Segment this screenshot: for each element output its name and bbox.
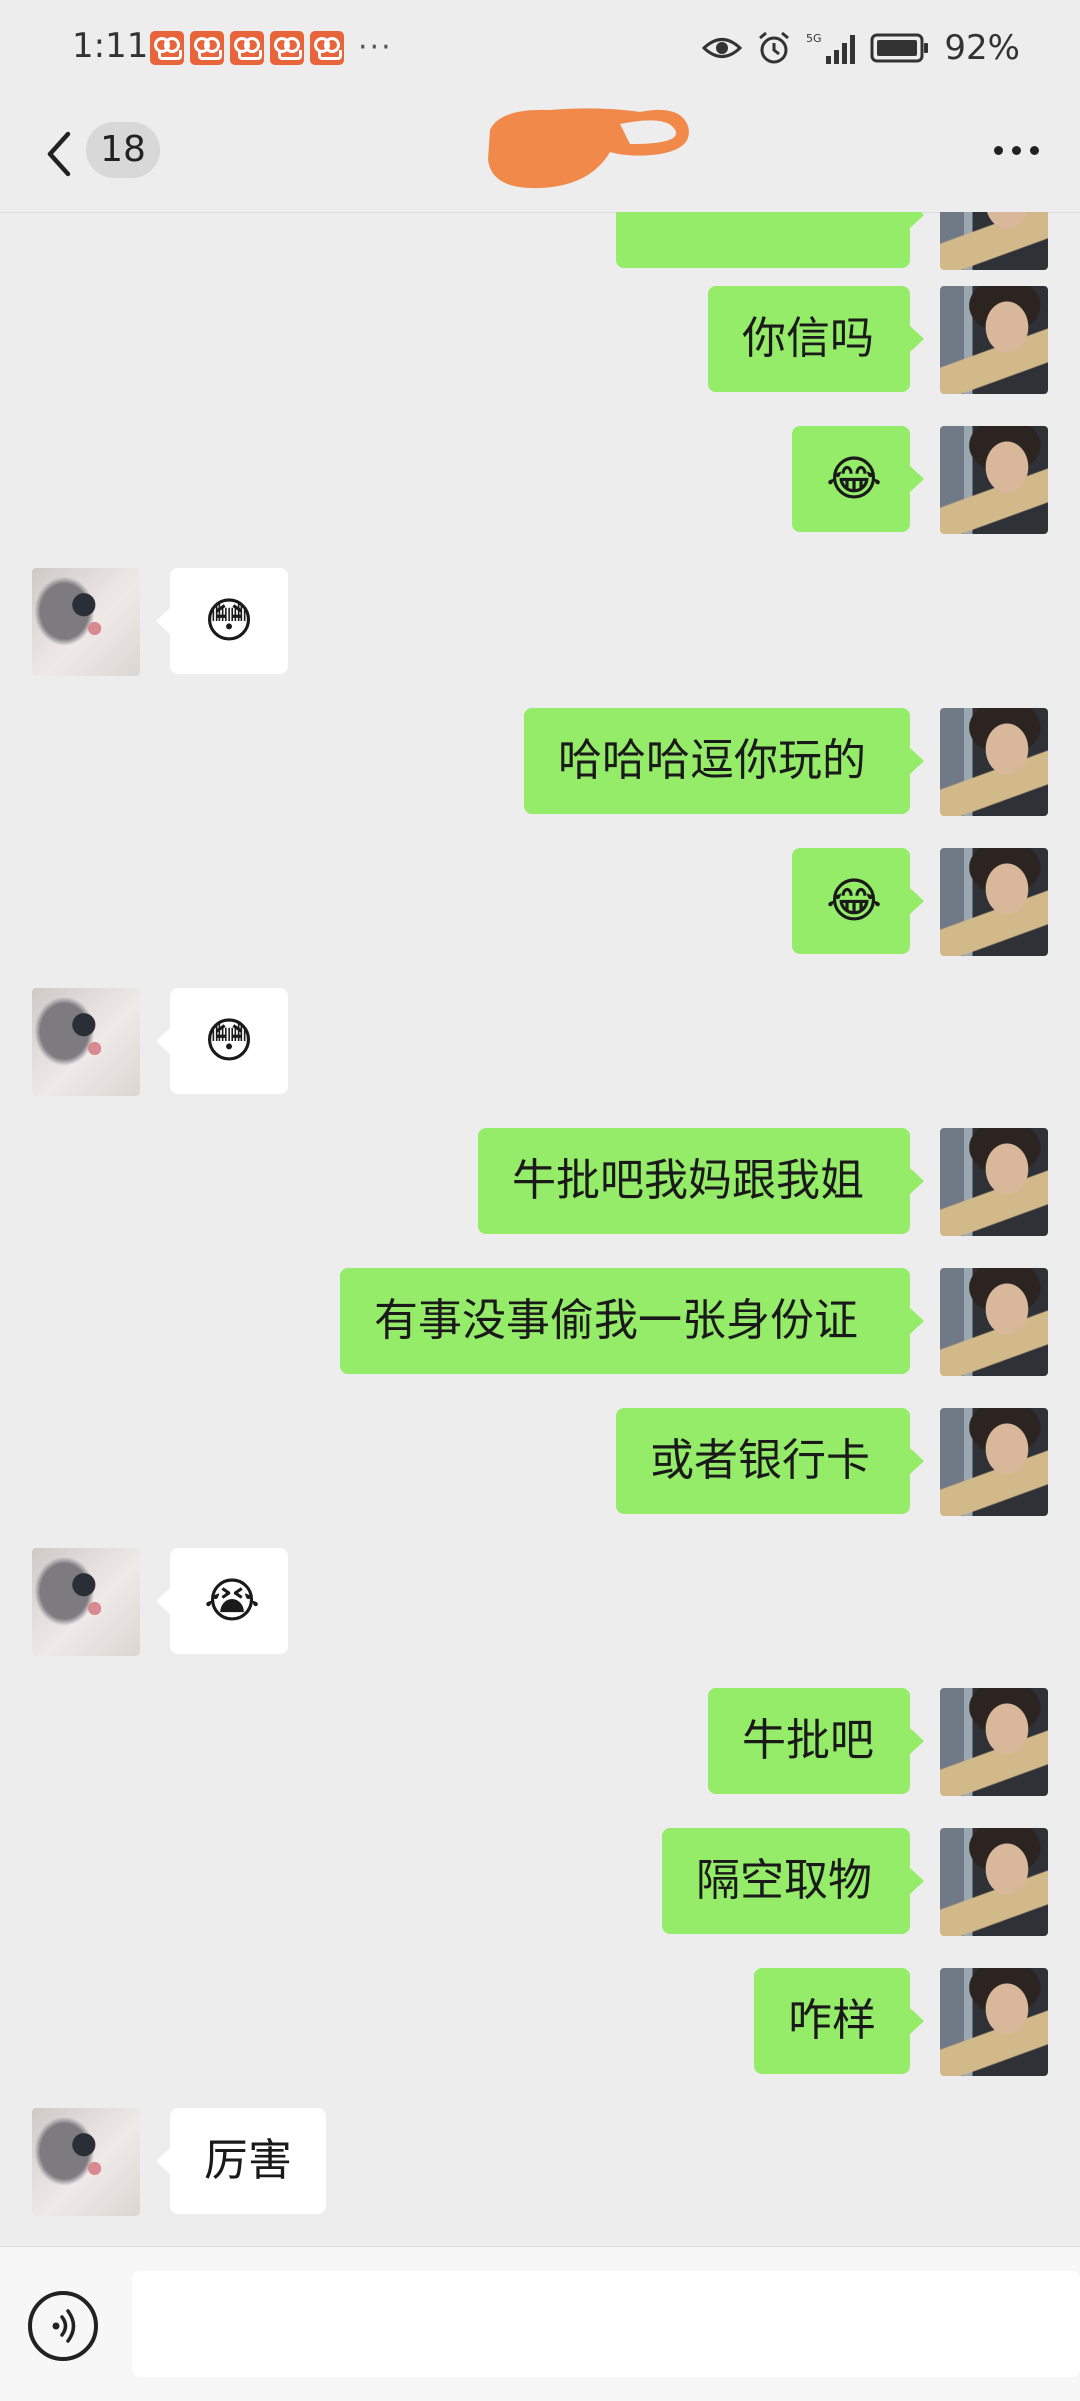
my-avatar[interactable]: [940, 212, 1048, 270]
status-time: 1:11: [72, 26, 149, 66]
my-avatar[interactable]: [940, 1688, 1048, 1796]
redacted-contact-name: [488, 108, 689, 189]
message-bubble[interactable]: 咋样: [754, 1968, 924, 2074]
my-avatar[interactable]: [940, 1128, 1048, 1236]
contact-avatar[interactable]: [32, 988, 140, 1096]
message-bubble[interactable]: 牛批吧我妈跟我姐: [478, 1128, 924, 1234]
signal-icon: 5G: [806, 32, 856, 64]
my-avatar[interactable]: [940, 848, 1048, 956]
alarm-icon: [759, 31, 790, 64]
message-bubble[interactable]: 厉害: [156, 2108, 326, 2214]
more-options-button[interactable]: [986, 128, 1046, 168]
message-bubble[interactable]: 有事没事偷我一张身份证: [340, 1268, 924, 1374]
voice-input-button[interactable]: [28, 2291, 98, 2361]
system-status-icons: 5G 92%: [702, 28, 1020, 68]
my-avatar[interactable]: [940, 1268, 1048, 1376]
message-bubble-emoji[interactable]: 😳: [156, 568, 288, 674]
notification-app-icon: [150, 30, 184, 65]
message-bubble[interactable]: 牛批吧: [708, 1688, 924, 1794]
battery-icon: [870, 33, 929, 63]
notification-icons: ···: [150, 30, 393, 65]
svg-text:5G: 5G: [806, 32, 822, 45]
message-bubble[interactable]: 哈哈哈逗你玩的: [524, 708, 924, 814]
message-bubble-emoji[interactable]: 😂: [792, 848, 924, 954]
contact-avatar[interactable]: [32, 2108, 140, 2216]
notification-app-icon: [190, 30, 224, 65]
contact-avatar[interactable]: [32, 568, 140, 676]
chat-header: 18: [0, 100, 1080, 213]
my-avatar[interactable]: [940, 426, 1048, 534]
message-list[interactable]: 你信吗 😂 😳 哈哈哈逗你玩的 😂 😳 牛批吧我妈跟我姐 有事没事偷我一张身份证…: [0, 212, 1080, 2246]
message-bubble[interactable]: 你信吗: [708, 286, 924, 392]
notification-app-icon: [310, 30, 344, 65]
message-bubble-emoji[interactable]: 😳: [156, 988, 288, 1094]
battery-percent: 92%: [944, 28, 1020, 68]
contact-avatar[interactable]: [32, 1548, 140, 1656]
message-bubble-partial[interactable]: [616, 212, 924, 268]
my-avatar[interactable]: [940, 1828, 1048, 1936]
message-bubble[interactable]: 或者银行卡: [616, 1408, 924, 1514]
message-bubble-emoji[interactable]: 😂: [792, 426, 924, 532]
message-input[interactable]: [132, 2271, 1080, 2377]
my-avatar[interactable]: [940, 1968, 1048, 2076]
voice-icon: [52, 2309, 76, 2343]
notification-app-icon: [270, 30, 304, 65]
unread-count-badge[interactable]: 18: [86, 122, 160, 178]
status-bar: 1:11 ··· 5G 92%: [0, 0, 1080, 100]
back-arrow-icon[interactable]: [36, 122, 84, 186]
message-bubble[interactable]: 隔空取物: [662, 1828, 924, 1934]
my-avatar[interactable]: [940, 708, 1048, 816]
more-notifications-indicator: ···: [358, 30, 393, 65]
notification-app-icon: [230, 30, 264, 65]
message-bubble-emoji[interactable]: 😭: [156, 1548, 288, 1654]
my-avatar[interactable]: [940, 286, 1048, 394]
eye-icon: [702, 38, 743, 58]
my-avatar[interactable]: [940, 1408, 1048, 1516]
input-bar: [0, 2246, 1080, 2401]
